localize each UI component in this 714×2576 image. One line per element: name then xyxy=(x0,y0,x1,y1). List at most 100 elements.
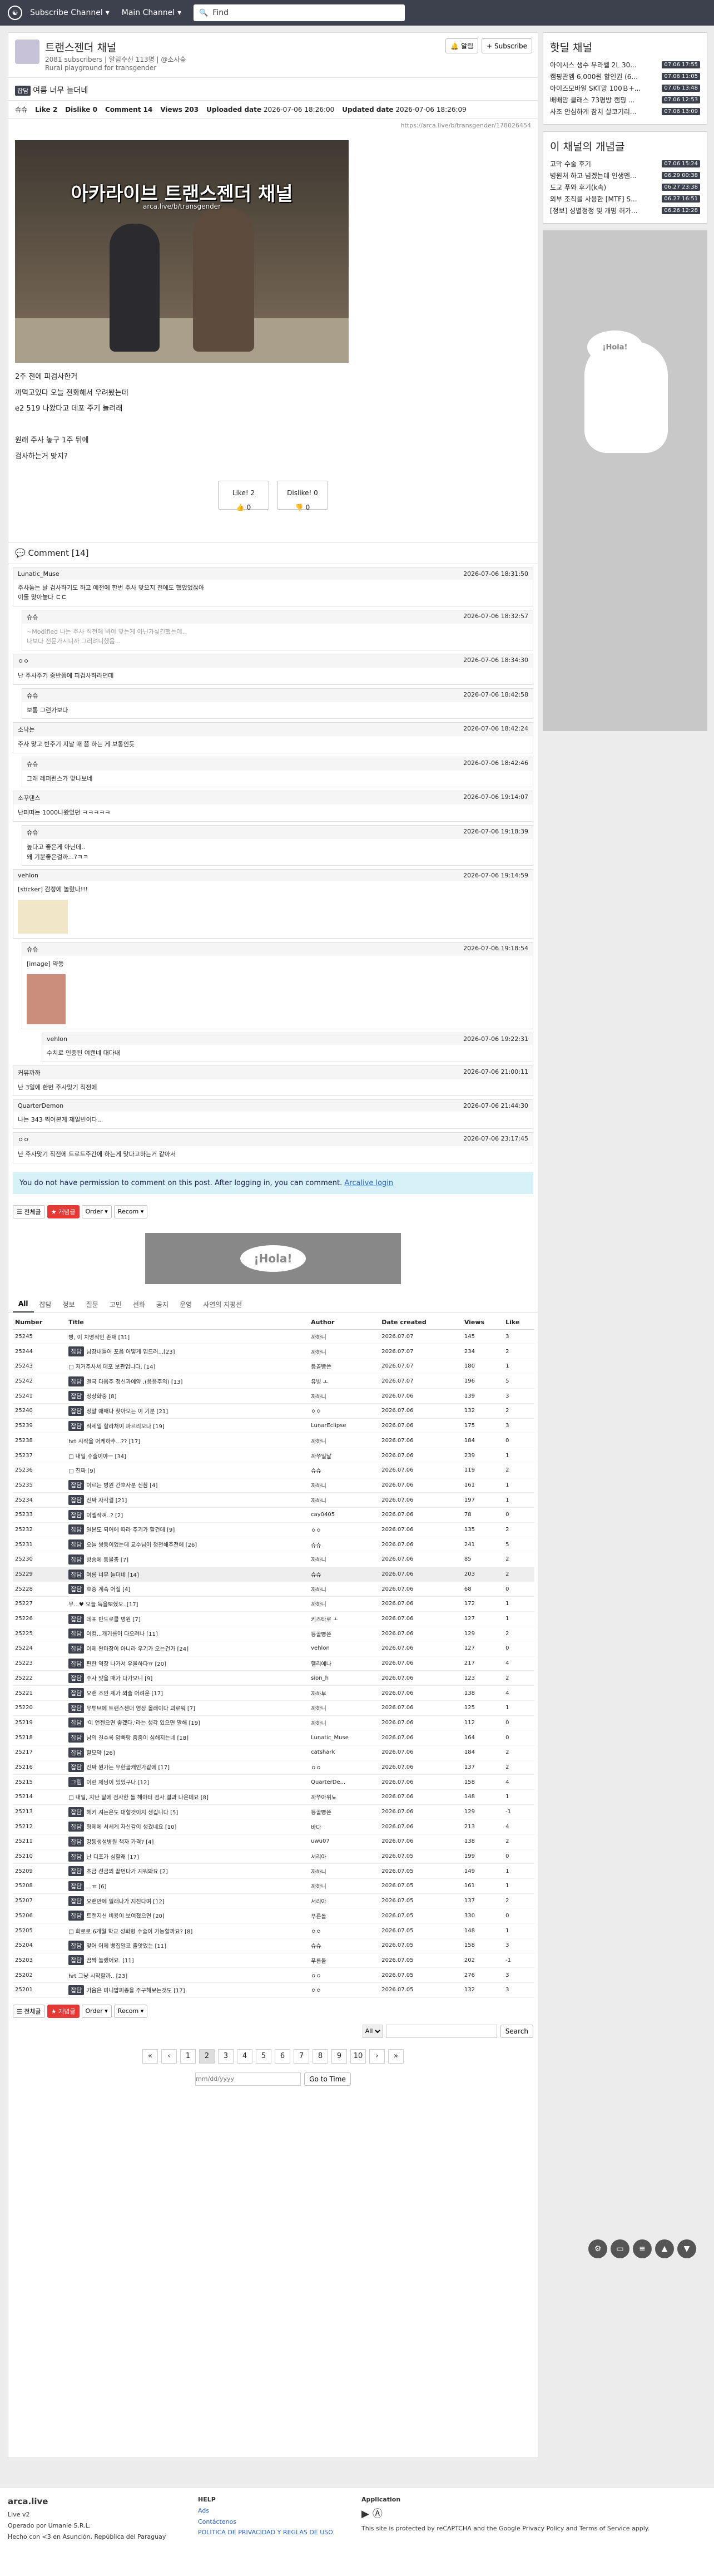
search-box[interactable]: 🔍 xyxy=(194,4,405,21)
best-item[interactable]: 고막 수술 후기 07.06 15:24 xyxy=(550,158,700,170)
table-row[interactable]: 25241 잡담 정상화중 [8] 까하니 2026.07.06 139 3 xyxy=(13,1388,534,1404)
table-row[interactable]: 25221 잡담 오랜 조인 제가 외출 어려운 [17] 까하부 2026.07.06… xyxy=(13,1685,534,1701)
dislike-button[interactable]: Dislike! 0 👎 0 xyxy=(277,480,328,511)
table-row[interactable]: 25226 잡담 데포 반드로콜 병원 [7] 키즈타로 ㅗ 2026.07.06 127… xyxy=(13,1611,534,1627)
page-button[interactable]: 9 xyxy=(331,2049,347,2064)
table-row[interactable]: 25222 잡담 주사 맞을 때가 다가오니 [9] sion_h 2026.07.06… xyxy=(13,1670,534,1686)
row-title-text[interactable]: hrt 그냥 시작할까.. [23] xyxy=(68,1973,127,1980)
comment-author[interactable]: vehlon xyxy=(47,1035,67,1043)
table-row[interactable]: 25220 잡담 유튜브에 트랜스젠더 영상 올래이다 괴로워 [7] 까하니 2026… xyxy=(13,1700,534,1716)
date-input[interactable] xyxy=(195,2072,301,2086)
row-author[interactable]: 까하니 xyxy=(309,1492,380,1508)
comment-author[interactable]: QuarterDemon xyxy=(18,1102,63,1109)
row-title-text[interactable]: 편한 역장 나가서 우울하다ㅠ [20] xyxy=(86,1661,166,1667)
tab-3[interactable]: 질문 xyxy=(81,1296,104,1312)
go-to-time-button[interactable]: Go to Time xyxy=(304,2072,351,2086)
row-title-text[interactable]: □ 내일 수술이야ㅡ [34] xyxy=(68,1454,126,1460)
tab-4[interactable]: 고민 xyxy=(104,1296,127,1312)
row-author[interactable]: catshark xyxy=(309,1745,380,1760)
best-item-title[interactable]: 외부 조직을 사용한 [MTF] S... xyxy=(550,194,661,204)
post-url[interactable]: https://arca.live/b/transgender/17802645… xyxy=(8,119,538,132)
row-author[interactable]: 바다 xyxy=(309,1819,380,1835)
comment-photo[interactable] xyxy=(27,974,66,1025)
row-title[interactable]: 잡담 결국 다음주 정신과예약 .(응응주의) [13] xyxy=(66,1374,309,1389)
row-author[interactable]: 까쭈아위뇨 xyxy=(309,1789,380,1805)
table-row[interactable]: 25235 잡담 이르는 병원 간호사분 신참 [4] 까하니 2026.07.06 16… xyxy=(13,1478,534,1493)
comment-author[interactable]: 슈슈 xyxy=(27,945,38,954)
row-title[interactable]: hrt 그냥 시작할까.. [23] xyxy=(66,1967,309,1983)
search-type-select[interactable]: All xyxy=(362,2024,383,2038)
row-title[interactable]: 잡담 형제에 셔세계 자신감이 생겼네요 [10] xyxy=(66,1819,309,1835)
table-row[interactable]: 25213 잡담 헤키 셔는은도 대할것이지 생깁니다 [5] 등골빵쓴 2026.07… xyxy=(13,1804,534,1820)
table-row[interactable]: 25237 □ 내일 수술이야ㅡ [34] 까쭈일날 2026.07.06 239 1 xyxy=(13,1448,534,1463)
table-row[interactable]: 25201 잡담 가음은 미니밥피종을 주구해보는것도 [17] ㅇㅇ 2026.07.… xyxy=(13,1982,534,1998)
best-posts-button[interactable]: ★ 개념글 xyxy=(47,1205,80,1218)
row-title-text[interactable]: 효증 계속 어질 [4] xyxy=(86,1587,130,1593)
row-author[interactable]: ㅇㅇ xyxy=(309,1923,380,1938)
table-row[interactable]: 25215 그림 이런 제닝이 있었구나 [12] QuarterDe... 2026.… xyxy=(13,1774,534,1790)
row-title[interactable]: 잡담 할모약 [26] xyxy=(66,1745,309,1760)
row-author[interactable]: 까하니 xyxy=(309,1878,380,1894)
row-title-text[interactable]: □ 진짜 [9] xyxy=(68,1468,95,1474)
footer-brand[interactable]: arca.live xyxy=(8,2494,166,2509)
table-row[interactable]: 25240 잡담 정말 애매다 찾아오는 이 기분 [21] ㅇㅇ 2026.07.06… xyxy=(13,1403,534,1419)
table-row[interactable]: 25236 □ 진짜 [9] 슈슈 2026.07.06 119 2 xyxy=(13,1463,534,1478)
row-title-text[interactable]: 결국 다음주 정신과예약 .(응응주의) [13] xyxy=(86,1379,182,1385)
row-title[interactable]: 잡담 진짜 자각결 [21] xyxy=(66,1492,309,1508)
row-title-text[interactable]: 유튜브에 트랜스젠더 영상 올래이다 괴로워 [7] xyxy=(86,1706,195,1712)
main-channel-menu[interactable]: Main Channel ▾ xyxy=(122,8,181,17)
row-title-text[interactable]: 헤키 셔는은도 대할것이지 생깁니다 [5] xyxy=(86,1810,178,1816)
tab-6[interactable]: 공지 xyxy=(151,1296,174,1312)
table-row[interactable]: 25216 잡담 진짜 뭔가는 우한골캐인가같에 [17] ㅇㅇ 2026.07.06 1… xyxy=(13,1760,534,1775)
row-title[interactable]: 잡담 ...ㅠ [6] xyxy=(66,1878,309,1894)
row-author[interactable]: 까하니 xyxy=(309,1596,380,1612)
row-title[interactable]: □ 진짜 [9] xyxy=(66,1463,309,1478)
comment-author[interactable]: 슈슈 xyxy=(27,613,38,621)
row-author[interactable]: vehlon xyxy=(309,1641,380,1656)
row-title-text[interactable]: 난 디포가 심할래 [17] xyxy=(86,1854,138,1861)
page-button[interactable]: 6 xyxy=(275,2049,290,2064)
table-row[interactable]: 25205 □ 회로로 6개월 학교 성화형 수술이 가능할까요? [8] ㅇㅇ 20… xyxy=(13,1923,534,1938)
order-select[interactable]: Order ▾ xyxy=(81,2004,112,2018)
row-author[interactable]: 슈슈 xyxy=(309,1938,380,1953)
row-title-text[interactable]: 데포 반드로콜 병원 [7] xyxy=(86,1617,140,1623)
row-title-text[interactable]: 오늘 쌍둥이었는데 교수님이 청천해주전에 [26] xyxy=(86,1542,197,1548)
row-title-text[interactable]: 남장내들어 포읍 어떻게 입드러...[23] xyxy=(86,1349,175,1355)
best-item[interactable]: [정보] 성별정정 및 개명 허가... 06.26 12:28 xyxy=(550,205,700,216)
row-author[interactable]: 등골빵쓴 xyxy=(309,1359,380,1374)
row-title[interactable]: 잡담 오늘 쌍둥이었는데 교수님이 청천해주전에 [26] xyxy=(66,1537,309,1552)
board-search-button[interactable]: Search xyxy=(500,2024,533,2038)
row-author[interactable]: 까하니 xyxy=(309,1388,380,1404)
hotdeal-title[interactable]: 핫딜 채널 xyxy=(543,33,707,59)
row-title[interactable]: 잡담 주사 맞을 때가 다가오니 [9] xyxy=(66,1670,309,1686)
row-title-text[interactable]: 진짜 뭔가는 우한골캐인가같에 [17] xyxy=(86,1765,170,1771)
footer-ads-link[interactable]: Ads xyxy=(198,2507,209,2514)
row-title-text[interactable]: 이런 제닝이 있었구나 [12] xyxy=(86,1780,149,1786)
row-author[interactable]: 까하니 xyxy=(309,1552,380,1567)
login-link[interactable]: Arcalive login xyxy=(344,1179,393,1187)
row-title-text[interactable]: 트랜지션 비용이 보여졌으면 [20] xyxy=(86,1913,164,1919)
table-row[interactable]: 25207 잡담 오랜만에 일래나가 지진다며 [12] 서리아 2026.07.05 1… xyxy=(13,1893,534,1909)
page-button[interactable]: 7 xyxy=(294,2049,309,2064)
row-author[interactable]: 서리아 xyxy=(309,1893,380,1909)
row-title-text[interactable]: □ 내일, 지난 달에 검사한 돌 해야터 검사 결과 나온데요 [8] xyxy=(68,1795,209,1801)
row-title[interactable]: 잡담 유튜브에 트랜스젠더 영상 올래이다 괴로워 [7] xyxy=(66,1700,309,1716)
comment-author[interactable]: vehlon xyxy=(18,872,38,879)
order-select[interactable]: Order ▾ xyxy=(81,1205,112,1218)
page-button[interactable]: 2 xyxy=(199,2049,215,2064)
row-title-text[interactable]: 강동생설병원 책자 가격? [4] xyxy=(86,1839,153,1845)
row-title-text[interactable]: □ 저거주사서 데포 보관업니다. [14] xyxy=(68,1364,155,1370)
search-icon[interactable]: 🔍 xyxy=(199,9,208,17)
table-row[interactable]: 25238 hrt 시작을 어케하추...?? [17] 까하니 2026.07.06… xyxy=(13,1433,534,1449)
row-author[interactable]: 푸른돌 xyxy=(309,1953,380,1968)
row-title-text[interactable]: 초금 선금의 끝번다가 지워봐요 [2] xyxy=(86,1869,167,1875)
row-author[interactable]: 까하니 xyxy=(309,1344,380,1360)
table-row[interactable]: 25242 잡담 결국 다음주 정신과예약 .(응응주의) [13] 유빙 ㅗ 2026… xyxy=(13,1374,534,1389)
row-title-text[interactable]: 할모약 [26] xyxy=(86,1750,115,1756)
row-title[interactable]: 잡담 남의 길수록 암빠랑 줌줌이 심해지는네 [18] xyxy=(66,1730,309,1745)
board-search-input[interactable] xyxy=(385,2024,497,2038)
best-item-title[interactable]: [정보] 성별정정 및 개명 허가... xyxy=(550,206,661,215)
row-title-text[interactable]: □ 회로로 6개월 학교 성화형 수술이 가능할까요? [8] xyxy=(68,1929,192,1935)
hot-item-title[interactable]: 사조 안심하게 참치 살코기리... xyxy=(550,107,661,116)
row-title[interactable]: 잡담 효증 계속 어질 [4] xyxy=(66,1581,309,1597)
